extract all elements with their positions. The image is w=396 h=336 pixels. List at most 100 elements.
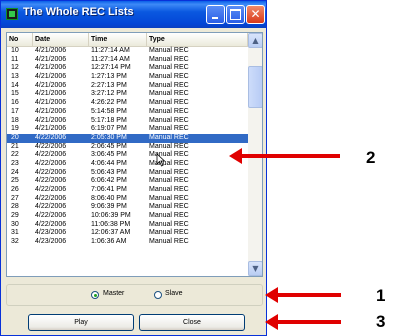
row-no: 15 — [11, 90, 19, 98]
row-date: 4/22/2006 — [35, 177, 67, 185]
master-radio[interactable] — [91, 291, 99, 299]
callout-arrow-1 — [265, 287, 341, 303]
row-date: 4/22/2006 — [35, 194, 67, 202]
scroll-up-button[interactable]: ▲ — [248, 33, 262, 48]
list-row[interactable]: 31 4/23/2006 12:06:37 AM Manual REC — [7, 229, 248, 238]
window-title: The Whole REC Lists — [23, 6, 134, 18]
list-row[interactable]: 32 4/23/2006 1:06:36 AM Manual REC — [7, 238, 248, 247]
row-no: 23 — [11, 159, 19, 167]
column-header-type[interactable]: Type — [147, 33, 248, 46]
close-window-button[interactable]: ✕ — [246, 5, 265, 24]
list-rows: 10 4/21/2006 11:27:14 AM Manual REC 11 4/21/2… — [7, 47, 248, 247]
row-no: 30 — [11, 220, 19, 228]
list-row[interactable]: 23 4/22/2006 4:06:44 PM Manual REC — [7, 160, 248, 169]
row-date: 4/21/2006 — [35, 99, 67, 107]
list-row[interactable]: 21 4/22/2006 2:06:45 PM Manual REC — [7, 143, 248, 152]
list-row[interactable]: 10 4/21/2006 11:27:14 AM Manual REC — [7, 47, 248, 56]
row-type: Manual REC — [149, 212, 189, 220]
row-type: Manual REC — [149, 99, 189, 107]
slave-label[interactable]: Slave — [165, 290, 183, 297]
row-date: 4/22/2006 — [35, 159, 67, 167]
mode-group: Master Slave — [6, 284, 263, 306]
list-row[interactable]: 20 4/22/2006 2:05:30 PM Manual REC — [7, 133, 248, 143]
rec-list-window: The Whole REC Lists ✕ No Date Time Type … — [0, 0, 267, 336]
row-type: Manual REC — [149, 194, 189, 202]
column-header-no[interactable]: No — [7, 33, 33, 46]
row-time: 11:06:38 PM — [91, 220, 131, 228]
maximize-button[interactable] — [226, 5, 245, 24]
row-time: 2:06:45 PM — [91, 142, 127, 150]
row-date: 4/22/2006 — [35, 220, 67, 228]
list-row[interactable]: 27 4/22/2006 8:06:40 PM Manual REC — [7, 195, 248, 204]
list-row[interactable]: 19 4/21/2006 6:19:07 PM Manual REC — [7, 125, 248, 134]
row-time: 9:06:39 PM — [91, 203, 127, 211]
row-date: 4/22/2006 — [35, 151, 67, 159]
row-no: 19 — [11, 125, 19, 133]
row-type: Manual REC — [149, 81, 189, 89]
row-no: 16 — [11, 99, 19, 107]
list-row[interactable]: 12 4/21/2006 12:27:14 PM Manual REC — [7, 64, 248, 73]
row-date: 4/22/2006 — [35, 212, 67, 220]
list-row[interactable]: 22 4/22/2006 3:06:45 PM Manual REC — [7, 151, 248, 160]
row-type: Manual REC — [149, 159, 189, 167]
list-row[interactable]: 15 4/21/2006 3:27:12 PM Manual REC — [7, 90, 248, 99]
row-date: 4/22/2006 — [35, 168, 67, 176]
row-time: 11:27:14 AM — [91, 47, 130, 54]
title-bar[interactable]: The Whole REC Lists ✕ — [1, 1, 266, 28]
minimize-button[interactable] — [206, 5, 225, 24]
row-time: 1:27:13 PM — [91, 73, 127, 81]
list-row[interactable]: 18 4/21/2006 5:17:18 PM Manual REC — [7, 117, 248, 126]
row-no: 21 — [11, 142, 19, 150]
row-type: Manual REC — [149, 151, 189, 159]
row-type: Manual REC — [149, 55, 189, 63]
rec-list[interactable]: No Date Time Type 10 4/21/2006 11:27:14 AM… — [6, 32, 263, 277]
list-row[interactable]: 17 4/21/2006 5:14:58 PM Manual REC — [7, 108, 248, 117]
list-row[interactable]: 28 4/22/2006 9:06:39 PM Manual REC — [7, 203, 248, 212]
close-button[interactable]: Close — [139, 314, 245, 331]
scroll-down-button[interactable]: ▼ — [248, 261, 262, 276]
column-header-time[interactable]: Time — [89, 33, 147, 46]
callout-number-1: 1 — [376, 286, 386, 305]
row-date: 4/21/2006 — [35, 47, 67, 54]
row-type: Manual REC — [149, 203, 189, 211]
play-button[interactable]: Play — [28, 314, 134, 331]
list-row[interactable]: 26 4/22/2006 7:06:41 PM Manual REC — [7, 186, 248, 195]
row-no: 32 — [11, 238, 19, 246]
callout-arrow-3 — [265, 314, 341, 330]
callout-number-3: 3 — [376, 312, 386, 331]
row-date: 4/23/2006 — [35, 229, 67, 237]
row-no: 29 — [11, 212, 19, 220]
maximize-icon — [230, 9, 241, 20]
row-time: 5:14:58 PM — [91, 107, 127, 115]
row-time: 7:06:41 PM — [91, 186, 127, 193]
list-row[interactable]: 24 4/22/2006 5:06:43 PM Manual REC — [7, 169, 248, 178]
row-no: 18 — [11, 116, 19, 124]
slave-radio[interactable] — [154, 291, 162, 299]
list-header: No Date Time Type — [7, 33, 248, 47]
list-row[interactable]: 13 4/21/2006 1:27:13 PM Manual REC — [7, 73, 248, 82]
list-row[interactable]: 11 4/21/2006 11:27:14 AM Manual REC — [7, 56, 248, 65]
row-time: 12:06:37 AM — [91, 229, 131, 237]
row-date: 4/22/2006 — [35, 142, 67, 150]
list-row[interactable]: 29 4/22/2006 10:06:39 PM Manual REC — [7, 212, 248, 221]
list-row[interactable]: 16 4/21/2006 4:26:22 PM Manual REC — [7, 99, 248, 108]
row-type: Manual REC — [149, 168, 189, 176]
row-date: 4/21/2006 — [35, 81, 67, 89]
scroll-thumb[interactable] — [248, 66, 262, 108]
chevron-up-icon: ▲ — [252, 36, 259, 45]
row-no: 27 — [11, 194, 19, 202]
row-no: 13 — [11, 73, 19, 81]
list-row[interactable]: 30 4/22/2006 11:06:38 PM Manual REC — [7, 221, 248, 230]
row-type: Manual REC — [149, 238, 189, 246]
list-row[interactable]: 14 4/21/2006 2:27:13 PM Manual REC — [7, 82, 248, 91]
row-date: 4/21/2006 — [35, 116, 67, 124]
row-time: 1:06:36 AM — [91, 238, 127, 246]
row-time: 11:27:14 AM — [91, 55, 130, 63]
row-time: 6:06:42 PM — [91, 177, 127, 185]
row-type: Manual REC — [149, 116, 189, 124]
master-label[interactable]: Master — [103, 290, 124, 297]
row-time: 5:17:18 PM — [91, 116, 127, 124]
column-header-date[interactable]: Date — [33, 33, 89, 46]
list-row[interactable]: 25 4/22/2006 6:06:42 PM Manual REC — [7, 177, 248, 186]
row-time: 5:06:43 PM — [91, 168, 127, 176]
